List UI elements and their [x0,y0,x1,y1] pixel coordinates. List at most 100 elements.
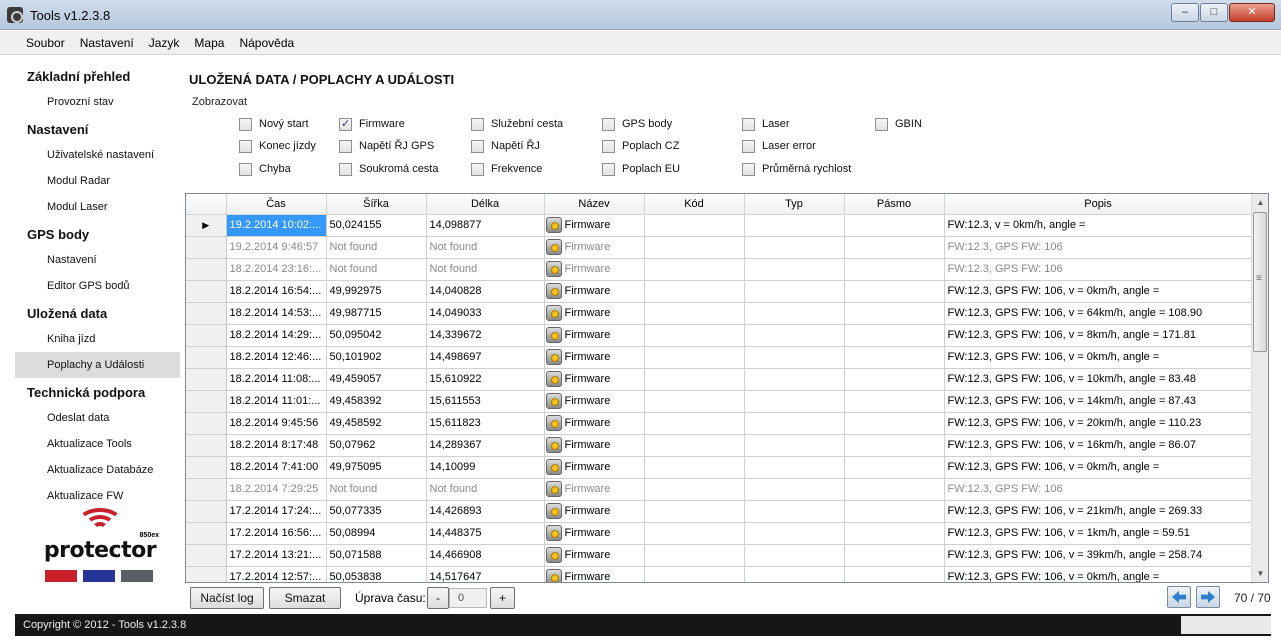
table-row[interactable]: 18.2.2014 11:08:... 49,459057 15,610922 Fir… [186,368,1253,391]
delete-button[interactable]: Smazat [269,587,341,609]
cell-pasmo[interactable] [844,302,945,325]
load-log-button[interactable]: Načíst log [190,587,264,609]
table-row[interactable]: 18.2.2014 9:45:56 49,458592 15,611823 Firmw… [186,412,1253,435]
cell-cas[interactable]: 18.2.2014 7:29:25 [226,478,327,501]
cell-nazev[interactable]: Firmware [544,456,645,479]
table-row[interactable]: 18.2.2014 7:41:00 49,975095 14,10099 Firmwa… [186,456,1253,479]
filter-konec-jizdy[interactable]: Konec jízdy [239,138,316,154]
row-header[interactable] [186,522,227,545]
cell-sirka[interactable]: 50,101902 [326,346,427,369]
cell-sirka[interactable]: 50,08994 [326,522,427,545]
cell-typ[interactable] [744,456,845,479]
cell-nazev[interactable]: Firmware [544,500,645,523]
sidebar-section-nastaveni[interactable]: Nastavení [15,118,180,142]
cell-kod[interactable] [644,478,745,501]
cell-pasmo[interactable] [844,258,945,281]
table-row[interactable]: 17.2.2014 12:57:... 50,053838 14,517647 Fir… [186,566,1253,582]
cell-kod[interactable] [644,346,745,369]
cell-delka[interactable]: 15,611823 [426,412,545,435]
checkbox-gps-body[interactable] [602,117,615,131]
cell-popis[interactable]: FW:12.3, GPS FW: 106, v = 0km/h, angle = [944,346,1253,369]
cell-typ[interactable] [744,412,845,435]
cell-sirka[interactable]: Not found [326,236,427,259]
cell-delka[interactable]: 14,040828 [426,280,545,303]
cell-pasmo[interactable] [844,346,945,369]
cell-popis[interactable]: FW:12.3, GPS FW: 106, v = 1km/h, angle =… [944,522,1253,545]
table-row[interactable]: 17.2.2014 13:21:... 50,071588 14,466908 Fir… [186,544,1253,567]
cell-cas[interactable]: 17.2.2014 12:57:... [226,566,327,582]
cell-kod[interactable] [644,544,745,567]
column-header-typ[interactable]: Typ [744,194,845,215]
cell-nazev[interactable]: Firmware [544,412,645,435]
menu-jazyk[interactable]: Jazyk [143,31,186,54]
cell-sirka[interactable]: Not found [326,478,427,501]
table-row[interactable]: 18.2.2014 7:29:25 Not found Not found Firmw… [186,478,1253,501]
cell-sirka[interactable]: 49,992975 [326,280,427,303]
cell-delka[interactable]: 14,10099 [426,456,545,479]
filter-poplach-cz[interactable]: Poplach CZ [602,138,679,154]
sidebar-item-kniha-jizd[interactable]: Kniha jízd [15,326,180,352]
checkbox-frekvence[interactable] [471,162,484,176]
sidebar-item-gps-nastaveni[interactable]: Nastavení [15,247,180,273]
row-header[interactable] [186,390,227,413]
checkbox-novy-start[interactable] [239,117,252,131]
menu-napoveda[interactable]: Nápověda [233,31,300,54]
sidebar-item-odeslat-data[interactable]: Odeslat data [15,405,180,431]
filter-poplach-eu[interactable]: Poplach EU [602,161,680,177]
checkbox-napeti-rj-gps[interactable] [339,139,352,153]
cell-kod[interactable] [644,214,745,237]
previous-page-button[interactable] [1167,586,1191,608]
row-header[interactable] [186,236,227,259]
row-header[interactable] [186,412,227,435]
cell-typ[interactable] [744,566,845,582]
checkbox-prumerna-rychlost[interactable] [742,162,755,176]
table-row[interactable]: 18.2.2014 14:53:... 49,987715 14,049033 Fir… [186,302,1253,325]
cell-kod[interactable] [644,236,745,259]
cell-delka[interactable]: 14,098877 [426,214,545,237]
cell-cas[interactable]: 18.2.2014 7:41:00 [226,456,327,479]
cell-delka[interactable]: 14,498697 [426,346,545,369]
sidebar-item-provozni-stav[interactable]: Provozní stav [15,89,180,115]
filter-novy-start[interactable]: Nový start [239,116,309,132]
row-header[interactable] [186,500,227,523]
time-minus-button[interactable]: - [427,587,449,609]
filter-frekvence[interactable]: Frekvence [471,161,542,177]
cell-popis[interactable]: FW:12.3, GPS FW: 106, v = 0km/h, angle = [944,456,1253,479]
sidebar-section-ulozena-data[interactable]: Uložená data [15,302,180,326]
row-header[interactable] [186,478,227,501]
cell-cas[interactable]: 18.2.2014 16:54:... [226,280,327,303]
time-adjust-input[interactable]: 0 [449,588,487,608]
column-header-nazev[interactable]: Název [544,194,645,215]
cell-popis[interactable]: FW:12.3, v = 0km/h, angle = [944,214,1253,237]
cell-typ[interactable] [744,478,845,501]
table-row[interactable]: 18.2.2014 14:29:... 50,095042 14,339672 Fir… [186,324,1253,347]
cell-pasmo[interactable] [844,324,945,347]
filter-prumerna-rychlost[interactable]: Průměrná rychlost [742,161,851,177]
cell-cas[interactable]: 18.2.2014 9:45:56 [226,412,327,435]
cell-popis[interactable]: FW:12.3, GPS FW: 106 [944,236,1253,259]
table-row[interactable]: 18.2.2014 16:54:... 49,992975 14,040828 Fir… [186,280,1253,303]
cell-pasmo[interactable] [844,368,945,391]
row-header[interactable] [186,434,227,457]
column-header-popis[interactable]: Popis [944,194,1253,215]
scroll-thumb[interactable] [1253,212,1267,352]
cell-cas[interactable]: 17.2.2014 13:21:... [226,544,327,567]
sidebar-section-gps-body[interactable]: GPS body [15,223,180,247]
cell-sirka[interactable]: 49,975095 [326,456,427,479]
cell-typ[interactable] [744,500,845,523]
menu-soubor[interactable]: Soubor [20,31,71,54]
cell-popis[interactable]: FW:12.3, GPS FW: 106, v = 0km/h, angle = [944,280,1253,303]
table-row[interactable]: 18.2.2014 11:01:... 49,458392 15,611553 Fir… [186,390,1253,413]
filter-laser-error[interactable]: Laser error [742,138,816,154]
cell-popis[interactable]: FW:12.3, GPS FW: 106, v = 64km/h, angle … [944,302,1253,325]
cell-pasmo[interactable] [844,544,945,567]
cell-pasmo[interactable] [844,390,945,413]
row-header[interactable] [186,324,227,347]
cell-kod[interactable] [644,368,745,391]
cell-sirka[interactable]: 49,987715 [326,302,427,325]
cell-delka[interactable]: 14,466908 [426,544,545,567]
sidebar-item-editor-gps[interactable]: Editor GPS bodů [15,273,180,299]
filter-sluzebni-cesta[interactable]: Služební cesta [471,116,563,132]
cell-cas[interactable]: 18.2.2014 14:29:... [226,324,327,347]
table-row[interactable]: 18.2.2014 12:46:... 50,101902 14,498697 Fir… [186,346,1253,369]
